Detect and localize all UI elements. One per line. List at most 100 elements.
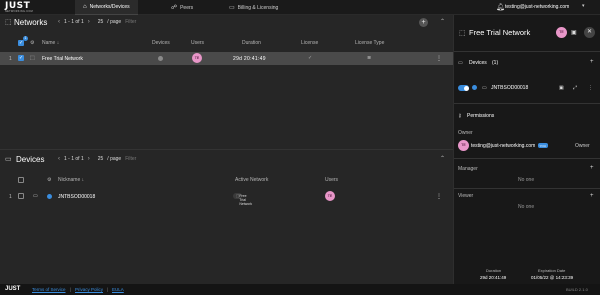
close-icon[interactable]: ✕ bbox=[584, 27, 595, 38]
key-icon: ⚷ bbox=[458, 113, 462, 119]
permissions-label: Permissions bbox=[467, 113, 495, 119]
duration-value: 29d 20:41:49 bbox=[480, 275, 507, 280]
devices-title: Devices bbox=[16, 155, 45, 164]
bell-icon[interactable]: 🔔︎ bbox=[496, 3, 505, 11]
image-icon[interactable]: ▣ bbox=[571, 29, 577, 36]
duration-label: Duration bbox=[486, 268, 502, 273]
filter-input[interactable]: Filter bbox=[125, 19, 136, 25]
col-users[interactable]: Users bbox=[191, 40, 204, 46]
devices-pager: ‹ 1 - 1 of 1 › 25 / page Filter bbox=[58, 156, 136, 162]
prev-page-icon[interactable]: ‹ bbox=[58, 156, 60, 162]
owner-role: Owner bbox=[575, 143, 590, 149]
detail-device-name: JNTBSOD00018 bbox=[491, 85, 529, 91]
add-network-button[interactable]: + bbox=[419, 18, 428, 27]
col-nickname[interactable]: Nickname ↓ bbox=[58, 177, 84, 183]
devices-header: ▭ Devices ‹ 1 - 1 of 1 › 25 / page Filte… bbox=[0, 152, 453, 167]
col-license-type[interactable]: License Type bbox=[355, 40, 384, 46]
active-network-chip[interactable]: ⬚ Free Trial Network bbox=[233, 193, 252, 206]
divider bbox=[454, 51, 600, 52]
viewer-label: Viewer bbox=[458, 193, 474, 199]
terms-link[interactable]: Terms of Service bbox=[32, 287, 66, 292]
footer-logo: JUST bbox=[5, 286, 21, 292]
avatar[interactable]: TE bbox=[192, 53, 202, 63]
network-detail-panel: ⬚ Free Trial Network TE ▣ ✕ ▭ Devices (1… bbox=[453, 15, 600, 284]
logo-subtitle: NETWORKING.COM bbox=[5, 10, 33, 13]
row-checkbox[interactable] bbox=[18, 193, 24, 199]
device-nickname: JNTBSOD00018 bbox=[58, 194, 96, 200]
tab-label: Peers bbox=[180, 4, 194, 11]
more-icon[interactable]: ⋮ bbox=[588, 85, 593, 91]
user-email[interactable]: testing@just-networking.com bbox=[505, 4, 569, 10]
divider bbox=[454, 158, 600, 159]
chevron-down-icon[interactable]: ▾ bbox=[582, 3, 585, 9]
filter-input[interactable]: Filter bbox=[125, 156, 136, 162]
network-icon: ⌂ bbox=[83, 4, 87, 10]
pager-range: 1 - 1 of 1 bbox=[64, 156, 84, 162]
table-row[interactable]: 1 ✓ ⬚ Free Trial Network TE 29d 20:41:49… bbox=[0, 52, 453, 65]
eula-link[interactable]: EULA bbox=[112, 287, 124, 292]
devices-panel: ▭ Devices ‹ 1 - 1 of 1 › 25 / page Filte… bbox=[0, 150, 453, 284]
viewer-empty: No one bbox=[518, 204, 535, 210]
tab-networks-devices[interactable]: ⌂ Networks/Devices bbox=[75, 0, 138, 15]
expand-icon[interactable]: ⤢ bbox=[573, 85, 577, 91]
per-page-select[interactable]: 25 bbox=[98, 156, 104, 162]
add-viewer-icon[interactable]: + bbox=[590, 193, 594, 199]
chevron-up-icon[interactable]: ⌃ bbox=[440, 18, 445, 25]
columns-icon[interactable]: ⚙ bbox=[47, 177, 51, 183]
more-icon[interactable]: ⋮ bbox=[436, 193, 442, 200]
columns-icon[interactable]: ⚙ bbox=[30, 40, 34, 46]
table-row[interactable]: 1 ▭ JNTBSOD00018 ⬚ Free Trial Network TE… bbox=[0, 190, 453, 206]
col-active-network[interactable]: Active Network bbox=[235, 177, 268, 183]
selected-count-badge: 1 bbox=[23, 36, 28, 41]
device-icon: ▭ bbox=[458, 60, 463, 66]
networks-title: Networks bbox=[14, 18, 48, 27]
col-devices[interactable]: Devices bbox=[152, 40, 170, 46]
footer: JUST Terms of Service | Privacy Policy |… bbox=[0, 284, 600, 295]
device-toggle[interactable] bbox=[458, 85, 469, 91]
col-name[interactable]: Name ↓ bbox=[42, 40, 59, 46]
networks-header: ⬚ Networks ‹ 1 - 1 of 1 › 25 / page Filt… bbox=[0, 15, 453, 30]
expiration-value: 01/05/22 @ 14:23:39 bbox=[531, 275, 574, 280]
per-page-select[interactable]: 25 bbox=[98, 19, 104, 25]
separator: | bbox=[107, 287, 109, 292]
network-icon: ⬚ bbox=[459, 30, 466, 37]
detail-title: Free Trial Network bbox=[469, 28, 531, 37]
expiration-label: Expiration Date bbox=[538, 268, 566, 273]
col-license[interactable]: License bbox=[301, 40, 318, 46]
avatar[interactable]: TE bbox=[556, 27, 567, 38]
add-manager-icon[interactable]: + bbox=[590, 165, 594, 171]
col-duration[interactable]: Duration bbox=[242, 40, 261, 46]
row-index: 1 bbox=[9, 194, 12, 200]
network-icon: ⬚ bbox=[5, 19, 12, 26]
manager-empty: No one bbox=[518, 177, 535, 183]
col-users[interactable]: Users bbox=[325, 177, 338, 183]
prev-page-icon[interactable]: ‹ bbox=[58, 19, 60, 25]
select-all-checkbox[interactable]: ✓ bbox=[18, 40, 24, 46]
you-badge: YOU bbox=[538, 143, 548, 148]
avatar[interactable]: TE bbox=[458, 140, 469, 151]
tab-peers[interactable]: ☍ Peers bbox=[171, 0, 193, 15]
row-checkbox[interactable]: ✓ bbox=[18, 55, 24, 61]
device-online-dot bbox=[472, 85, 477, 90]
network-icon: ⬚ bbox=[30, 55, 35, 61]
manager-label: Manager bbox=[458, 166, 478, 172]
tab-label: Billing & Licensing bbox=[237, 4, 279, 11]
networks-column-header: ✓ 1 ⚙ Name ↓ Devices Users Duration Lice… bbox=[0, 36, 453, 48]
owner-label: Owner bbox=[458, 130, 473, 136]
add-device-icon[interactable]: + bbox=[590, 59, 594, 65]
chevron-up-icon[interactable]: ⌃ bbox=[440, 155, 445, 162]
row-index: 1 bbox=[9, 56, 12, 62]
device-online-dot bbox=[47, 194, 52, 199]
tab-billing[interactable]: ▭ Billing & Licensing bbox=[229, 0, 278, 15]
more-icon[interactable]: ⋮ bbox=[436, 55, 442, 62]
networks-pager: ‹ 1 - 1 of 1 › 25 / page Filter bbox=[58, 19, 136, 25]
tab-label: Networks/Devices bbox=[89, 4, 130, 10]
privacy-link[interactable]: Privacy Policy bbox=[75, 287, 103, 292]
device-icon: ▭ bbox=[482, 85, 487, 91]
select-all-checkbox[interactable] bbox=[18, 177, 24, 183]
next-page-icon[interactable]: › bbox=[88, 156, 90, 162]
pager-range: 1 - 1 of 1 bbox=[64, 19, 84, 25]
next-page-icon[interactable]: › bbox=[88, 19, 90, 25]
image-icon[interactable]: ▣ bbox=[559, 85, 564, 91]
avatar[interactable]: TE bbox=[325, 191, 335, 201]
